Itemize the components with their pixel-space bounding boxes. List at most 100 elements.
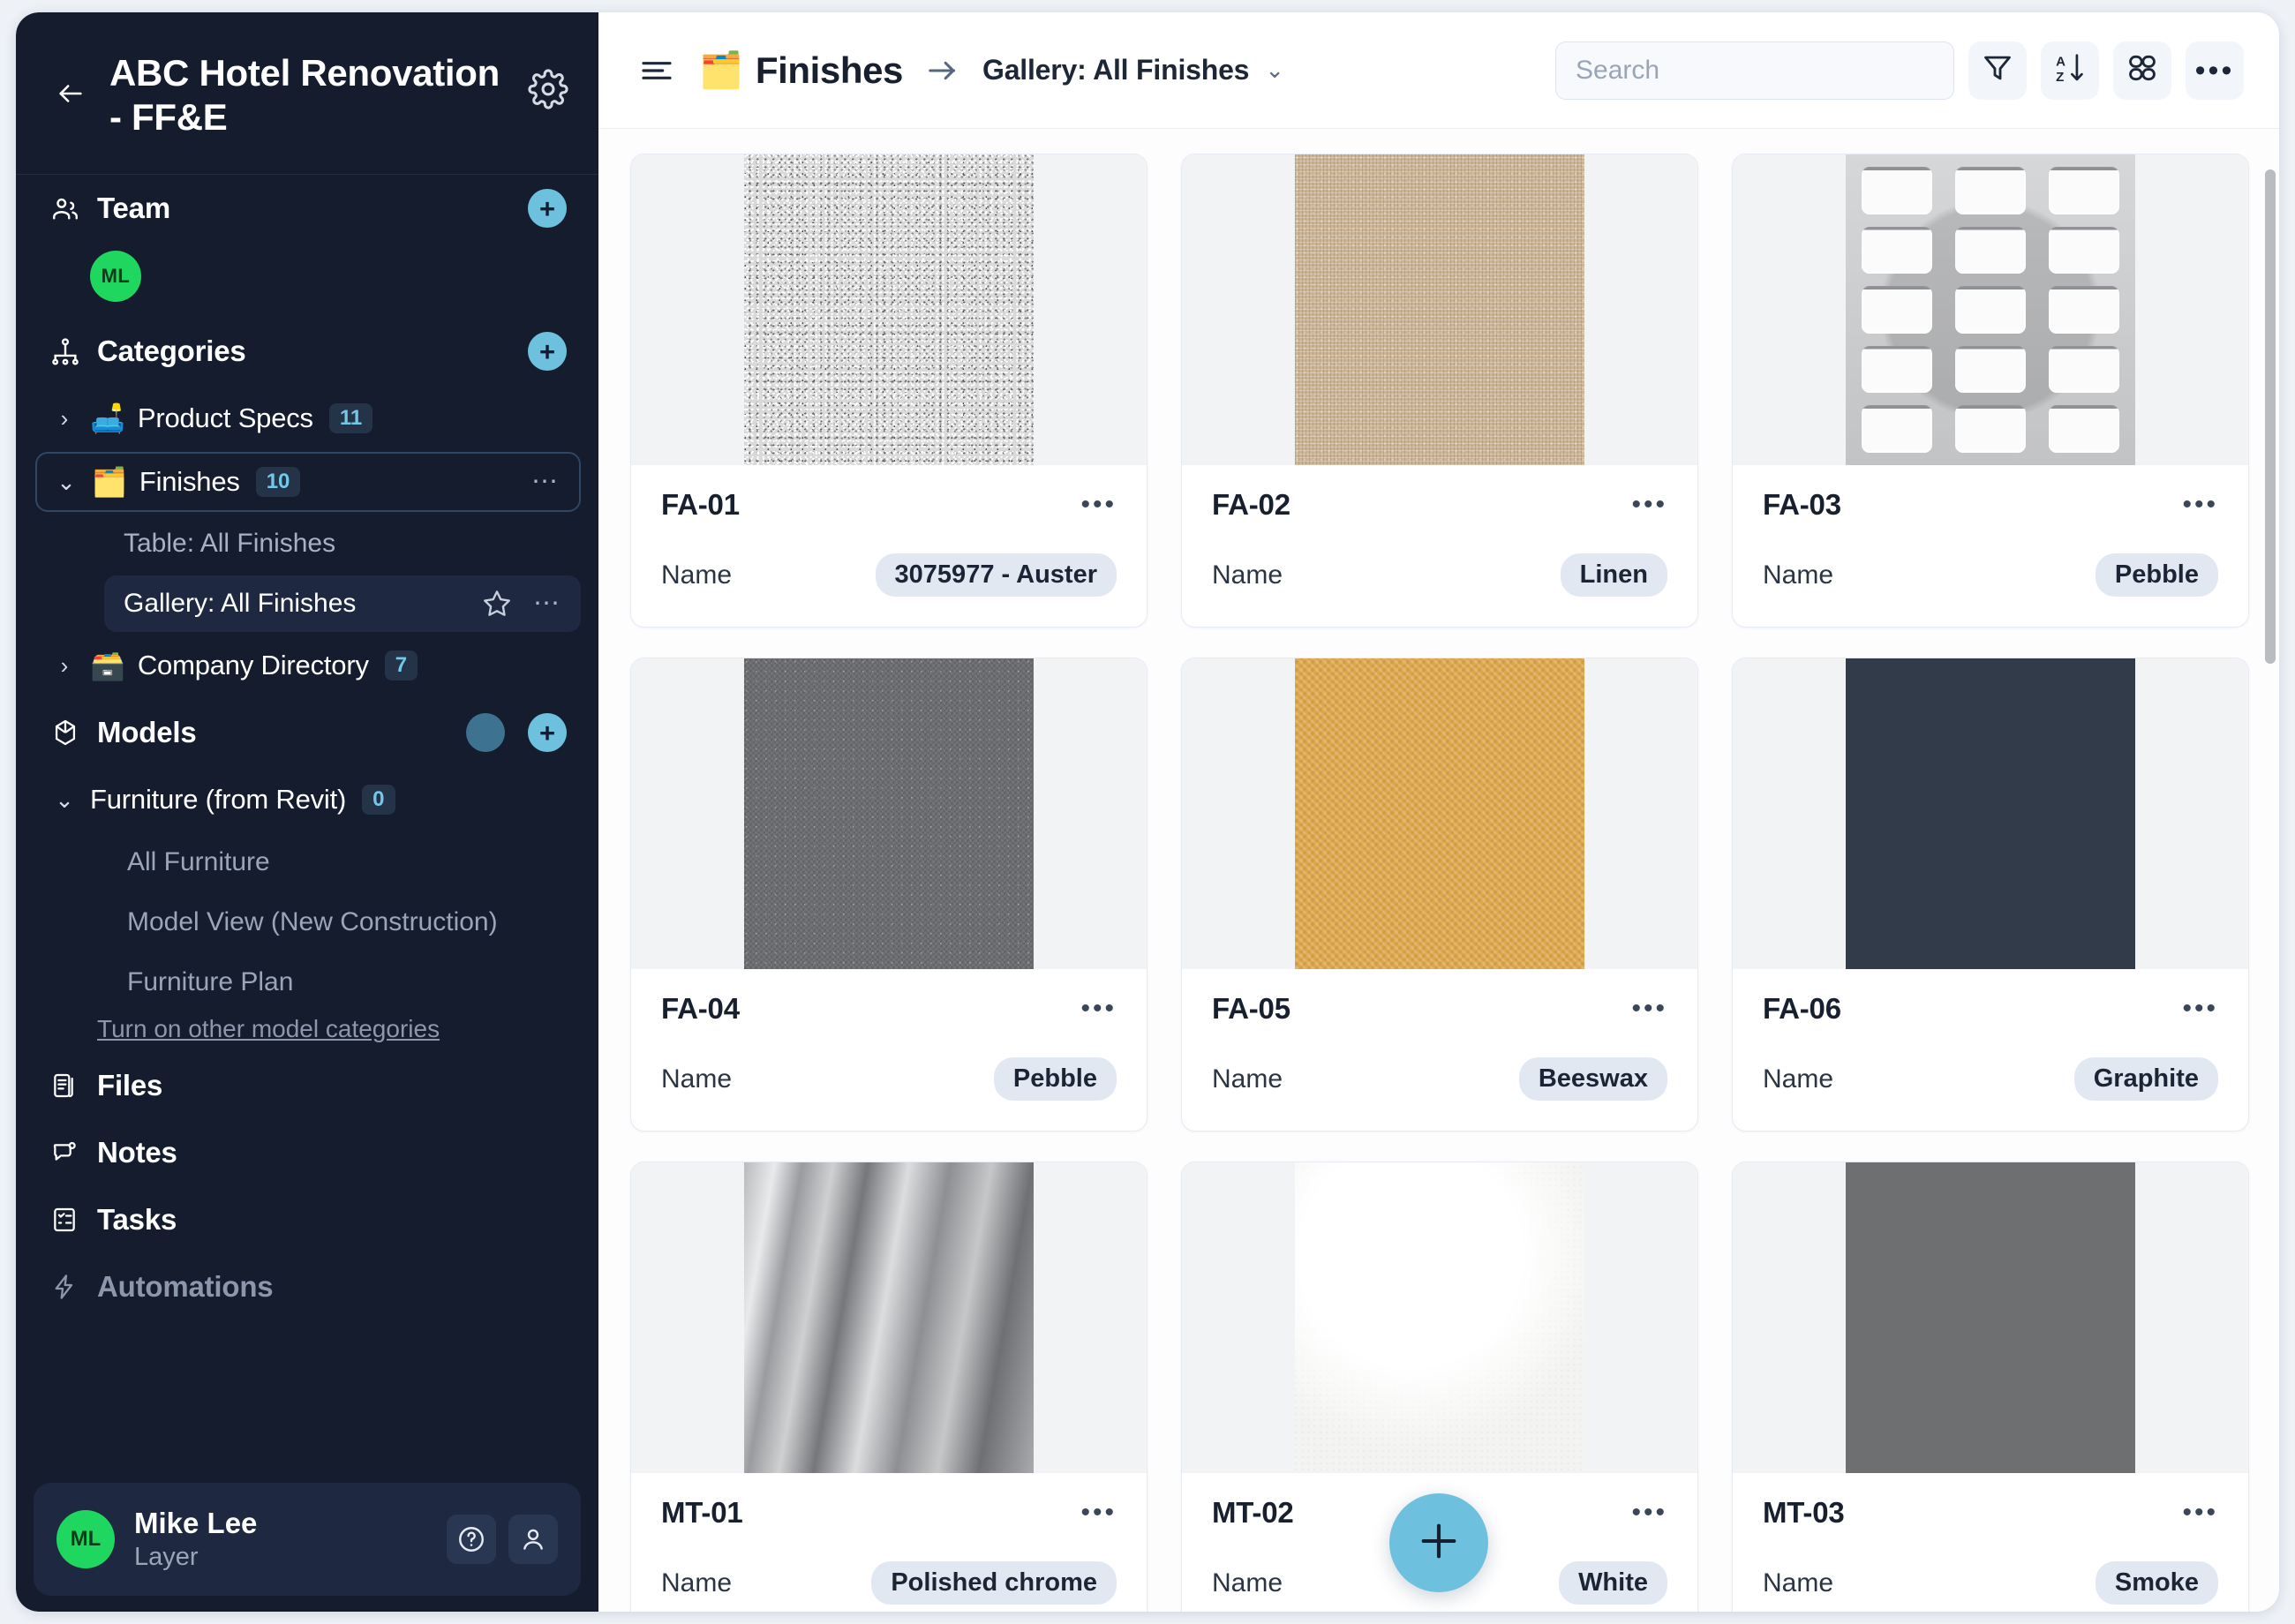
gallery-card[interactable]: MT-01 ••• Name Polished chrome (630, 1162, 1148, 1612)
view-gallery-all-finishes[interactable]: Gallery: All Finishes ⋯ (104, 575, 581, 632)
turn-on-model-categories-link[interactable]: Turn on other model categories (97, 1015, 581, 1043)
card-header: MT-03 ••• (1763, 1496, 2218, 1530)
toolbar: 🗂️ Finishes Gallery: All Finishes ⌄ (598, 12, 2279, 129)
card-more-icon[interactable]: ••• (1080, 996, 1117, 1022)
filter-button[interactable] (1968, 41, 2027, 100)
add-team-member-button[interactable]: + (528, 189, 567, 228)
gallery-card[interactable]: MT-03 ••• Name Smoke (1732, 1162, 2249, 1612)
card-id: FA-01 (661, 488, 740, 522)
svg-text:Z: Z (2056, 70, 2064, 85)
hamburger-icon[interactable] (637, 51, 676, 90)
sort-button[interactable]: AZ (2041, 41, 2099, 100)
user-card[interactable]: ML Mike Lee Layer (34, 1483, 581, 1596)
models-toggle[interactable] (466, 713, 505, 752)
back-arrow-icon[interactable] (51, 74, 90, 113)
attribute-key: Name (1212, 1064, 1283, 1094)
chevron-down-icon[interactable]: ⌄ (51, 786, 78, 814)
sidebar-item-label: Tasks (97, 1203, 177, 1237)
sort-az-icon: AZ (2053, 51, 2087, 89)
card-attribute: Name Smoke (1763, 1561, 2218, 1605)
sidebar-item-label: Notes (97, 1136, 177, 1169)
search-input[interactable] (1555, 41, 1954, 100)
vertical-scrollbar[interactable] (2265, 129, 2276, 1612)
gallery-card[interactable]: FA-04 ••• Name Pebble (630, 658, 1148, 1132)
attribute-value: Pebble (2096, 553, 2218, 597)
card-attribute: Name Polished chrome (661, 1561, 1117, 1605)
view-more-icon[interactable]: ⋯ (533, 590, 561, 617)
star-icon[interactable] (480, 587, 514, 620)
gallery-card[interactable]: FA-05 ••• Name Beeswax (1181, 658, 1698, 1132)
section-team[interactable]: Team + (16, 175, 598, 242)
model-group-count: 0 (362, 785, 395, 815)
group-icon (2126, 51, 2159, 89)
add-model-button[interactable]: + (528, 713, 567, 752)
gallery-card[interactable]: FA-02 ••• Name Linen (1181, 154, 1698, 628)
gallery-card[interactable]: FA-06 ••• Name Graphite (1732, 658, 2249, 1132)
chevron-down-icon[interactable]: ⌄ (53, 469, 79, 496)
attribute-value: Beeswax (1519, 1057, 1667, 1101)
model-view-furniture-plan[interactable]: Furniture Plan (113, 953, 581, 1011)
card-body: FA-04 ••• Name Pebble (631, 969, 1147, 1131)
svg-text:A: A (2056, 55, 2066, 70)
breadcrumb-title[interactable]: Finishes (756, 49, 903, 92)
card-more-icon[interactable]: ••• (1631, 1500, 1667, 1526)
swatch-image (744, 154, 1033, 465)
files-icon (49, 1071, 79, 1101)
model-group-furniture[interactable]: ⌄ Furniture (from Revit) 0 (35, 770, 581, 830)
sidebar-item-notes[interactable]: Notes (16, 1119, 598, 1186)
card-more-icon[interactable]: ••• (2182, 1500, 2218, 1526)
breadcrumb-emoji: 🗂️ (699, 53, 743, 88)
plus-icon (1416, 1518, 1462, 1568)
search-field[interactable] (1576, 56, 1934, 86)
sidebar-item-files[interactable]: Files (16, 1052, 598, 1119)
person-icon[interactable] (508, 1515, 558, 1564)
model-view-all-furniture[interactable]: All Furniture (113, 833, 581, 891)
category-company-directory[interactable]: › 🗃️ Company Directory 7 (35, 635, 581, 695)
gear-icon[interactable] (528, 69, 568, 109)
card-more-icon[interactable]: ••• (1631, 492, 1667, 518)
card-id: MT-01 (661, 1496, 743, 1530)
breadcrumb-view-name[interactable]: Gallery: All Finishes (982, 54, 1249, 86)
category-label: Product Specs (138, 402, 313, 434)
add-record-button[interactable] (1389, 1493, 1488, 1592)
avatar[interactable]: ML (90, 251, 141, 302)
view-table-all-finishes[interactable]: Table: All Finishes (104, 515, 581, 572)
attribute-key: Name (1212, 560, 1283, 590)
model-view-new-construction[interactable]: Model View (New Construction) (113, 893, 581, 951)
project-title: ABC Hotel Renovation - FF&E (109, 51, 508, 139)
scrollbar-thumb[interactable] (2265, 169, 2276, 664)
card-more-icon[interactable]: ••• (1631, 996, 1667, 1022)
breadcrumb-arrow-icon (926, 58, 959, 83)
chevron-right-icon[interactable]: › (51, 652, 78, 680)
card-more-icon[interactable]: ••• (2182, 492, 2218, 518)
section-models[interactable]: Models + (16, 699, 598, 766)
category-count: 11 (329, 403, 372, 433)
group-button[interactable] (2113, 41, 2171, 100)
card-more-icon[interactable]: ••• (1080, 1500, 1117, 1526)
gallery-card[interactable]: FA-03 ••• Name Pebble (1732, 154, 2249, 628)
help-circle-icon[interactable] (447, 1515, 496, 1564)
swatch-image (1295, 1162, 1584, 1473)
filter-icon (1981, 51, 2014, 89)
swatch-image (1295, 154, 1584, 465)
card-thumbnail (1182, 658, 1697, 969)
add-category-button[interactable]: + (528, 332, 567, 371)
card-body: MT-03 ••• Name Smoke (1733, 1473, 2248, 1612)
more-button[interactable]: ••• (2186, 41, 2244, 100)
category-more-icon[interactable]: ⋯ (531, 469, 560, 495)
category-product-specs[interactable]: › 🛋️ Product Specs 11 (35, 388, 581, 448)
attribute-key: Name (1763, 560, 1833, 590)
card-more-icon[interactable]: ••• (2182, 996, 2218, 1022)
section-categories[interactable]: Categories + (16, 318, 598, 385)
card-more-icon[interactable]: ••• (1080, 492, 1117, 518)
chevron-right-icon[interactable]: › (51, 405, 78, 432)
attribute-key: Name (661, 560, 732, 590)
tasks-icon (49, 1205, 79, 1235)
chevron-down-icon[interactable]: ⌄ (1265, 56, 1284, 84)
sidebar-item-tasks[interactable]: Tasks (16, 1186, 598, 1253)
card-body: FA-06 ••• Name Graphite (1733, 969, 2248, 1131)
gallery-card[interactable]: FA-01 ••• Name 3075977 - Auster (630, 154, 1148, 628)
card-header: FA-04 ••• (661, 992, 1117, 1026)
sidebar-item-automations[interactable]: Automations (16, 1253, 598, 1320)
category-finishes[interactable]: ⌄ 🗂️ Finishes 10 ⋯ (35, 452, 581, 512)
